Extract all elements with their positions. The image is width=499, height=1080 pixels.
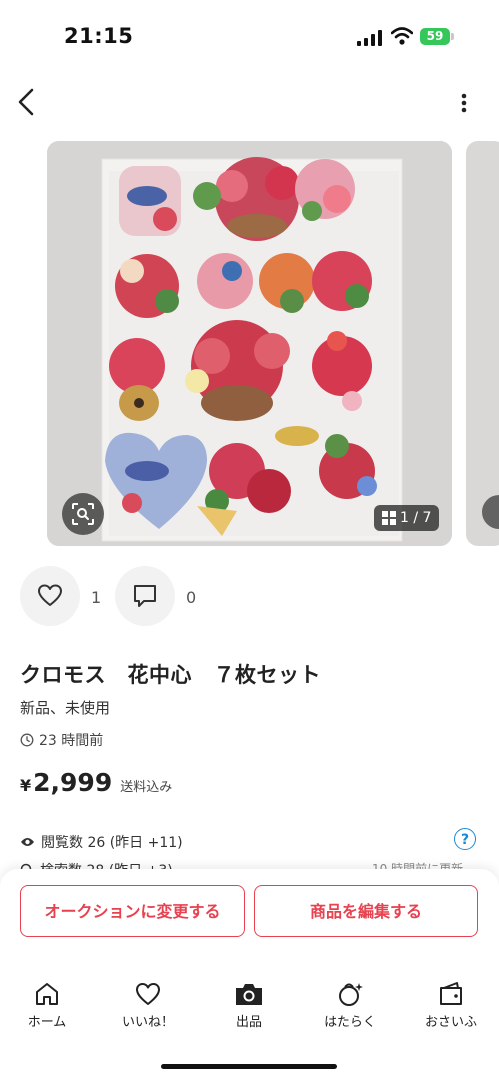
eye-icon [21, 838, 34, 846]
comment-button[interactable] [115, 566, 175, 626]
shipping-note: 送料込み [120, 780, 173, 795]
comment-icon [134, 585, 156, 607]
back-chevron-icon[interactable] [12, 86, 40, 118]
image-counter[interactable]: 1 / 7 [374, 505, 440, 531]
tab-wallet-label: おさいふ [424, 1015, 477, 1030]
bottom-tab-bar: ホーム いいね！ 出品 はたらく おさいふ [0, 980, 499, 1040]
tab-work[interactable]: はたらく [315, 980, 385, 1030]
tab-work-label: はたらく [324, 1015, 376, 1030]
work-icon [339, 983, 363, 1006]
change-to-auction-button[interactable]: オークションに変更する [20, 885, 245, 937]
wifi-icon [391, 27, 413, 45]
tab-likes[interactable]: いいね！ [113, 980, 183, 1030]
heart-icon [136, 983, 160, 1005]
tab-home[interactable]: ホーム [12, 980, 82, 1030]
item-title: クロモス 花中心 ７枚セット [20, 663, 321, 687]
bottom-action-sheet: オークションに変更する 商品を編集する [0, 869, 499, 1080]
price-currency: ¥ [20, 776, 32, 795]
home-indicator [161, 1064, 337, 1069]
signal-icon [357, 30, 382, 46]
next-image-lens-button [482, 495, 499, 529]
view-count-text: 閲覧数 26 (昨日 +11) [41, 835, 183, 851]
battery-level: 59 [420, 28, 450, 45]
camera-icon [236, 984, 262, 1005]
status-time: 21:15 [64, 24, 134, 48]
image-search-button[interactable] [62, 493, 104, 535]
sticker-sheet-illustration [47, 141, 452, 546]
home-icon [36, 983, 58, 1005]
tab-sell-label: 出品 [235, 1015, 262, 1030]
clock-icon [20, 733, 34, 747]
lens-scan-icon [72, 503, 94, 525]
wallet-icon [440, 982, 462, 1005]
price-row: ¥ 2,999 送料込み [20, 768, 172, 797]
more-options-icon[interactable] [454, 92, 474, 114]
comment-count: 0 [186, 588, 197, 607]
view-count: 閲覧数 26 (昨日 +11) [20, 832, 183, 852]
tab-home-label: ホーム [27, 1015, 67, 1030]
like-button[interactable] [20, 566, 80, 626]
edit-item-button[interactable]: 商品を編集する [254, 885, 478, 937]
tab-sell[interactable]: 出品 [214, 980, 284, 1030]
help-icon[interactable]: ? [454, 828, 476, 850]
product-image[interactable] [47, 141, 452, 546]
posted-time-text: 23 時間前 [39, 733, 104, 749]
image-counter-text: 1 / 7 [400, 510, 432, 526]
price-value: 2,999 [33, 768, 113, 797]
item-condition: 新品、未使用 [20, 699, 111, 717]
next-image-peek[interactable] [466, 141, 499, 546]
battery-icon: 59 [420, 27, 454, 47]
posted-time: 23 時間前 [20, 730, 103, 750]
grid-icon [382, 511, 396, 525]
tab-likes-label: いいね！ [121, 1015, 174, 1030]
like-count: 1 [91, 588, 102, 607]
status-bar: 21:15 59 [0, 0, 499, 70]
tab-wallet[interactable]: おさいふ [416, 980, 486, 1030]
heart-outline-icon [38, 584, 62, 606]
